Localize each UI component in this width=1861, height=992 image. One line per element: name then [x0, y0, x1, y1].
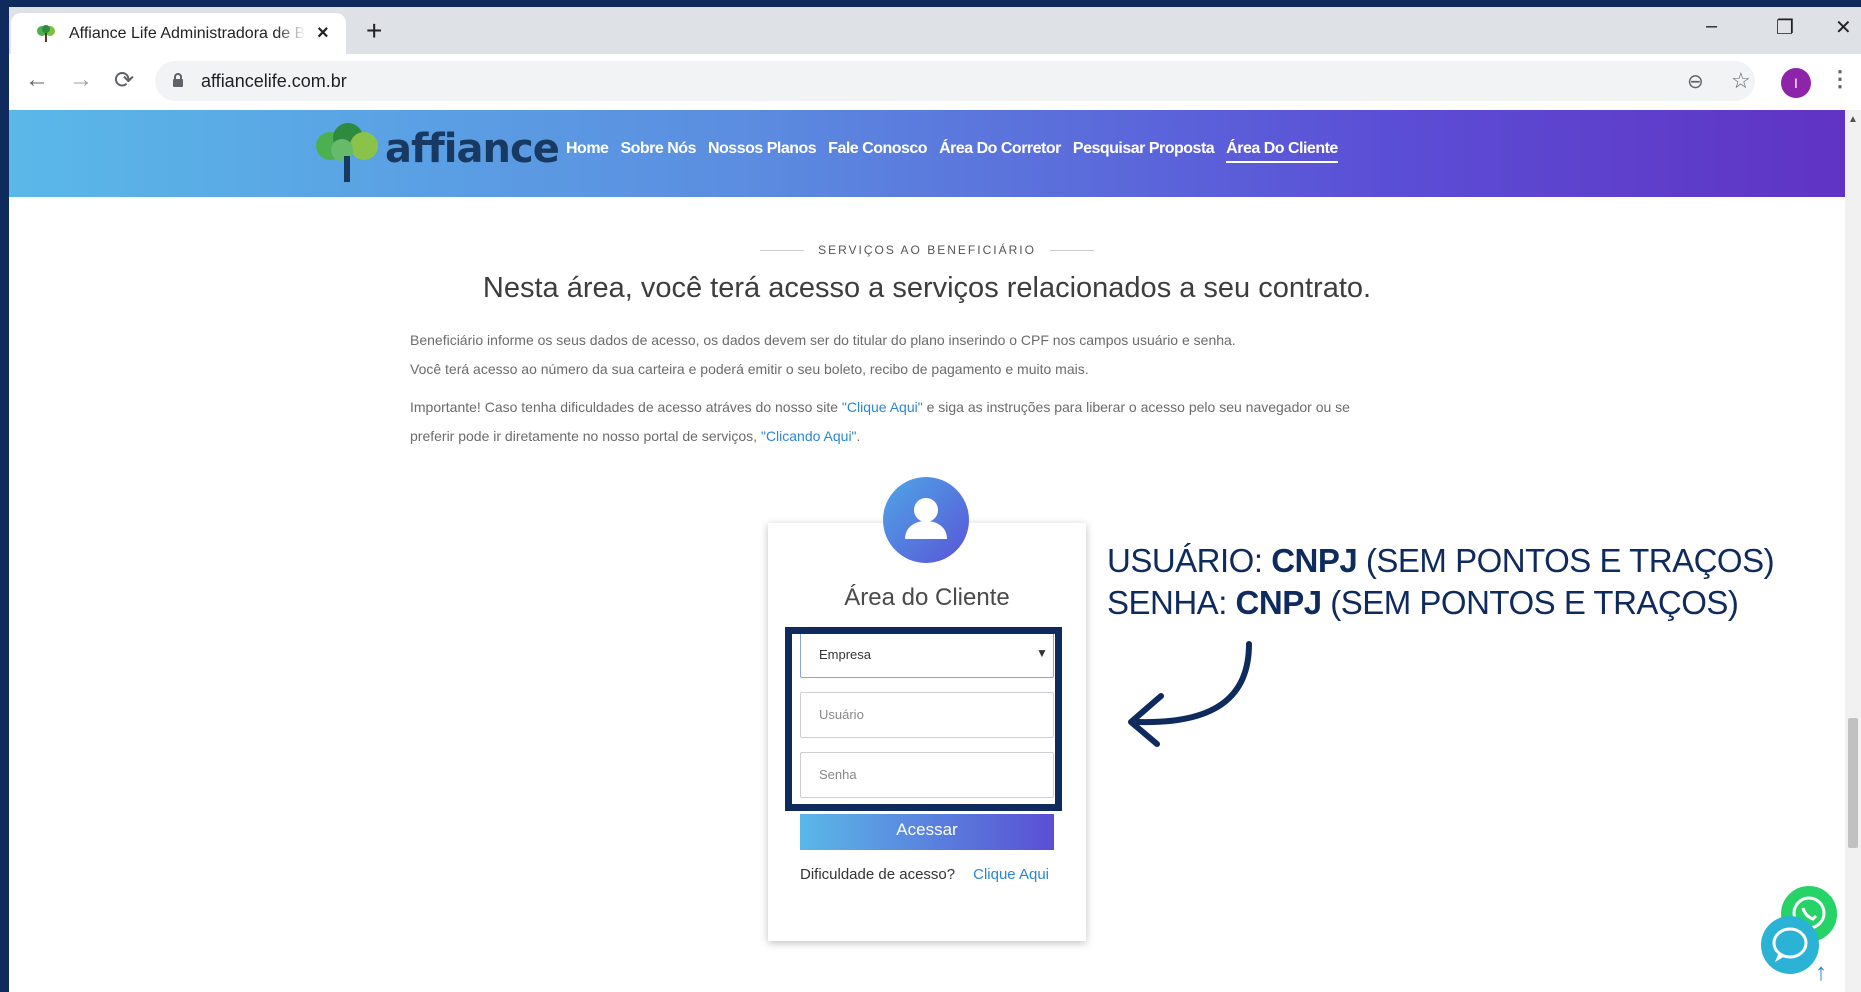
- paragraph-4-suffix: .: [856, 428, 861, 444]
- nav-sobre-nos[interactable]: Sobre Nós: [620, 140, 696, 163]
- user-avatar-icon: [883, 477, 969, 563]
- eyebrow-text: SERVIÇOS AO BENEFICIÁRIO: [818, 243, 1036, 257]
- section-eyebrow: SERVIÇOS AO BENEFICIÁRIO: [9, 243, 1845, 257]
- web-page: affiance Home Sobre Nós Nossos Planos Fa…: [9, 110, 1845, 992]
- intro-paragraph-4: preferir pode ir diretamente no nosso po…: [410, 422, 1490, 450]
- browser-menu-icon[interactable]: ⋮: [1829, 66, 1851, 92]
- paragraph-3-prefix: Importante! Caso tenha dificuldades de a…: [410, 399, 842, 415]
- nav-fale-conosco[interactable]: Fale Conosco: [828, 140, 927, 163]
- tab-close-icon[interactable]: ×: [317, 22, 329, 45]
- intro-paragraph-3: Importante! Caso tenha dificuldades de a…: [410, 393, 1490, 421]
- profile-avatar[interactable]: I: [1781, 68, 1811, 98]
- reload-button[interactable]: ⟳: [114, 66, 134, 95]
- bookmark-star-icon[interactable]: ☆: [1731, 68, 1751, 94]
- annotation-senha-value: CNPJ: [1235, 584, 1323, 621]
- site-header: affiance Home Sobre Nós Nossos Planos Fa…: [9, 110, 1845, 197]
- highlight-frame: [785, 627, 1062, 811]
- tree-logo-icon[interactable]: [312, 122, 382, 184]
- login-title: Área do Cliente: [844, 584, 1010, 611]
- close-window-button[interactable]: ✕: [1835, 15, 1852, 40]
- clicando-aqui-link[interactable]: "Clicando Aqui": [761, 428, 857, 444]
- lock-icon: [173, 73, 183, 87]
- zoom-icon[interactable]: ⊖: [1687, 69, 1704, 94]
- annotation-usuario: USUÁRIO: CNPJ (SEM PONTOS E TRAÇOS): [1107, 542, 1775, 580]
- paragraph-3-mid: e siga as instruções para liberar o aces…: [922, 399, 1350, 415]
- nav-home[interactable]: Home: [566, 140, 609, 163]
- annotation-usuario-value: CNPJ: [1271, 542, 1358, 579]
- acessar-button[interactable]: Acessar: [800, 814, 1054, 850]
- help-text: Dificuldade de acesso?: [800, 866, 956, 883]
- annotation-usuario-note: (SEM PONTOS E TRAÇOS): [1357, 542, 1775, 579]
- annotation-usuario-label: USUÁRIO:: [1107, 542, 1272, 579]
- scrollbar-thumb[interactable]: [1848, 718, 1858, 848]
- nav-nossos-planos[interactable]: Nossos Planos: [708, 140, 817, 163]
- forward-button[interactable]: →: [69, 66, 93, 94]
- main-nav: Home Sobre Nós Nossos Planos Fale Conosc…: [566, 140, 1338, 163]
- scroll-up-icon[interactable]: ▲: [1848, 114, 1858, 125]
- back-button[interactable]: ←: [25, 66, 49, 94]
- annotation-senha: SENHA: CNPJ (SEM PONTOS E TRAÇOS): [1107, 584, 1739, 622]
- intro-paragraph-2: Você terá acesso ao número da sua cartei…: [410, 361, 1089, 377]
- tab-strip: Affiance Life Administradora de Be × + –…: [9, 7, 1861, 54]
- nav-area-do-corretor[interactable]: Área Do Corretor: [939, 140, 1061, 163]
- access-help: Dificuldade de acesso? Clique Aqui: [800, 866, 1049, 883]
- page-scrollbar[interactable]: ▲: [1845, 110, 1861, 992]
- tree-favicon-icon: [37, 25, 55, 42]
- site-logo-text[interactable]: affiance: [385, 126, 560, 172]
- restore-button[interactable]: ❐: [1776, 15, 1794, 40]
- nav-pesquisar-proposta[interactable]: Pesquisar Proposta: [1073, 140, 1215, 163]
- curved-arrow-icon: [1128, 641, 1252, 747]
- help-link[interactable]: Clique Aqui: [973, 866, 1049, 883]
- browser-tab[interactable]: Affiance Life Administradora de Be ×: [11, 13, 346, 54]
- browser-toolbar: ← → ⟳ affiancelife.com.br ⊖ ☆ I ⋮: [9, 54, 1861, 111]
- address-bar[interactable]: affiancelife.com.br ⊖ ☆: [155, 61, 1755, 101]
- tab-title: Affiance Life Administradora de Be: [69, 25, 305, 42]
- chat-bubble-icon[interactable]: [1761, 916, 1819, 974]
- annotation-senha-label: SENHA:: [1107, 584, 1236, 621]
- scroll-to-top-icon[interactable]: ↑: [1815, 959, 1827, 987]
- nav-area-do-cliente[interactable]: Área Do Cliente: [1226, 140, 1338, 163]
- page-heading: Nesta área, você terá acesso a serviços …: [482, 272, 1372, 304]
- clique-aqui-link[interactable]: "Clique Aqui": [842, 399, 923, 415]
- annotation-senha-note: (SEM PONTOS E TRAÇOS): [1321, 584, 1739, 621]
- new-tab-button[interactable]: +: [366, 17, 382, 45]
- url-text: affiancelife.com.br: [201, 71, 347, 91]
- minimize-button[interactable]: –: [1706, 15, 1717, 38]
- paragraph-4-prefix: preferir pode ir diretamente no nosso po…: [410, 428, 761, 444]
- browser-window: Affiance Life Administradora de Be × + –…: [9, 7, 1861, 992]
- intro-paragraph-1: Beneficiário informe os seus dados de ac…: [410, 332, 1236, 348]
